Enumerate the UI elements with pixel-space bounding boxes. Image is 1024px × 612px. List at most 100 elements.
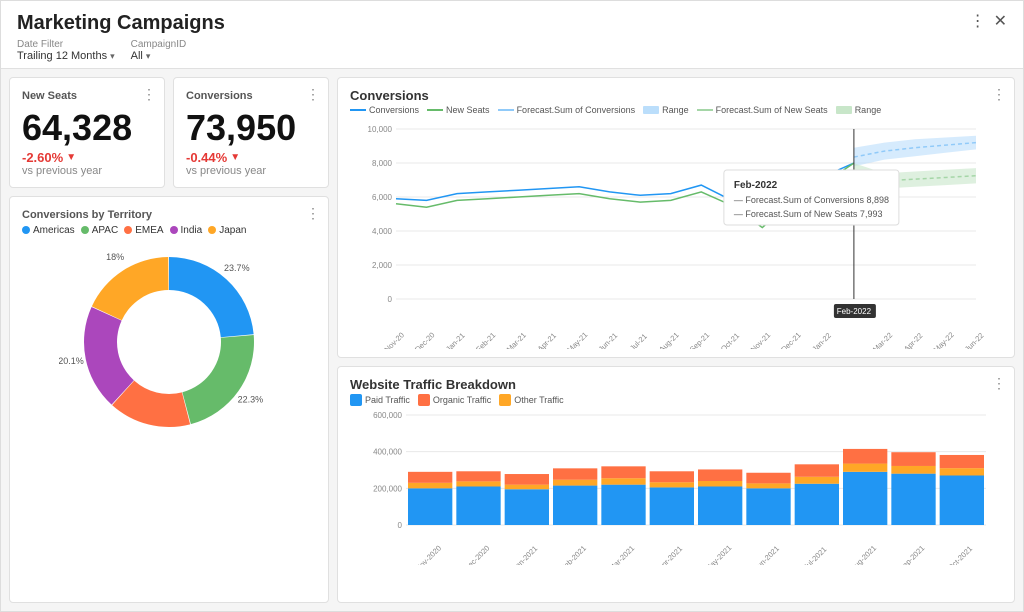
territory-legend-item: Americas — [22, 225, 75, 236]
date-filter-chevron: ▾ — [110, 51, 115, 62]
date-filter-label: Date Filter — [17, 39, 115, 50]
svg-text:23.7%: 23.7% — [224, 263, 250, 273]
svg-text:Sep-2021: Sep-2021 — [897, 543, 926, 564]
svg-text:Mar-2021: Mar-2021 — [607, 543, 636, 564]
svg-text:May-22: May-22 — [932, 330, 956, 349]
campaign-filter-group: CampaignID All ▾ — [131, 39, 187, 62]
conversions-value: 73,950 — [186, 108, 316, 148]
svg-text:Jul-2021: Jul-2021 — [802, 544, 829, 564]
new-seats-card: New Seats ⋮ 64,328 -2.60% ▼ vs previous … — [9, 77, 165, 188]
traffic-legend-item: Other Traffic — [499, 394, 563, 406]
conversions-title: Conversions — [186, 90, 253, 102]
campaign-filter-chevron: ▾ — [146, 51, 151, 62]
line-legend-item: Forecast.Sum of New Seats — [697, 105, 828, 115]
svg-text:0: 0 — [388, 295, 393, 304]
line-chart-title: Conversions — [350, 88, 429, 103]
svg-text:— Forecast.Sum of New Seats 7: — Forecast.Sum of New Seats 7,993 — [734, 209, 883, 219]
svg-text:Nov-2020: Nov-2020 — [414, 543, 443, 564]
header-left: Marketing Campaigns Date Filter Trailing… — [17, 11, 225, 62]
svg-text:Nov-20: Nov-20 — [382, 330, 405, 349]
svg-text:Dec-2020: Dec-2020 — [462, 543, 491, 564]
svg-text:Apr-22: Apr-22 — [902, 331, 924, 349]
svg-text:4,000: 4,000 — [372, 227, 393, 236]
territory-legend-item: India — [170, 225, 203, 236]
svg-text:Oct-2021: Oct-2021 — [946, 544, 974, 565]
page-title: Marketing Campaigns — [17, 11, 225, 35]
new-seats-title: New Seats — [22, 90, 77, 102]
svg-text:Apr-2021: Apr-2021 — [656, 544, 684, 565]
new-seats-vs: vs previous year — [22, 165, 152, 177]
new-seats-menu[interactable]: ⋮ — [142, 86, 156, 103]
header: Marketing Campaigns Date Filter Trailing… — [1, 1, 1023, 69]
svg-text:600,000: 600,000 — [373, 411, 402, 420]
bar-chart-area: 0200,000400,000600,000Nov-2020Dec-2020Ja… — [350, 410, 1002, 568]
territory-menu[interactable]: ⋮ — [306, 205, 320, 222]
svg-text:200,000: 200,000 — [373, 484, 402, 493]
svg-text:10,000: 10,000 — [368, 125, 393, 134]
svg-text:Aug-21: Aug-21 — [657, 330, 680, 349]
date-filter-group: Date Filter Trailing 12 Months ▾ — [17, 39, 115, 62]
traffic-menu[interactable]: ⋮ — [992, 375, 1006, 392]
svg-text:Feb-2022: Feb-2022 — [734, 180, 778, 191]
conversions-menu[interactable]: ⋮ — [306, 86, 320, 103]
close-icon[interactable]: ✕ — [994, 11, 1007, 31]
svg-text:Jan-21: Jan-21 — [444, 331, 467, 349]
territory-title: Conversions by Territory — [22, 209, 152, 221]
conversions-card: Conversions ⋮ 73,950 -0.44% ▼ vs previou… — [173, 77, 329, 188]
traffic-legend-item: Paid Traffic — [350, 394, 410, 406]
svg-text:18%: 18% — [106, 252, 124, 262]
app-container: Marketing Campaigns Date Filter Trailing… — [0, 0, 1024, 612]
svg-text:Sep-21: Sep-21 — [688, 330, 711, 349]
svg-text:6,000: 6,000 — [372, 193, 393, 202]
campaign-filter-value[interactable]: All ▾ — [131, 50, 187, 62]
date-filter-value[interactable]: Trailing 12 Months ▾ — [17, 50, 115, 62]
svg-text:Feb-2022: Feb-2022 — [837, 307, 872, 316]
svg-text:Oct-21: Oct-21 — [719, 331, 741, 349]
new-seats-change: -2.60% ▼ — [22, 150, 152, 165]
conversions-arrow: ▼ — [230, 152, 240, 163]
line-legend-item: New Seats — [427, 105, 490, 115]
territory-card: Conversions by Territory ⋮ Americas APAC E… — [9, 196, 329, 603]
svg-text:Jan-2021: Jan-2021 — [511, 544, 539, 565]
line-legend-item: Conversions — [350, 105, 419, 115]
right-column: Conversions ⋮ Conversions New Seats Foreca… — [337, 77, 1015, 603]
left-column: New Seats ⋮ 64,328 -2.60% ▼ vs previous … — [9, 77, 329, 603]
territory-legend-item: APAC — [81, 225, 119, 236]
svg-text:Jun-22: Jun-22 — [963, 331, 986, 349]
territory-legend-item: EMEA — [124, 225, 163, 236]
line-chart-legend: ConversionsNew SeatsForecast.Sum of Conv… — [350, 105, 1002, 115]
svg-text:Dec-20: Dec-20 — [413, 330, 436, 349]
svg-text:Jun-2021: Jun-2021 — [752, 544, 780, 565]
svg-text:May-2021: May-2021 — [703, 543, 733, 565]
traffic-legend: Paid TrafficOrganic TrafficOther Traffic — [350, 394, 1002, 406]
svg-text:400,000: 400,000 — [373, 447, 402, 456]
line-legend-item: Range — [836, 105, 882, 115]
svg-text:Feb-2021: Feb-2021 — [559, 543, 588, 564]
svg-text:Jun-21: Jun-21 — [597, 331, 620, 349]
svg-text:Nov-21: Nov-21 — [749, 330, 772, 349]
conversions-change: -0.44% ▼ — [186, 150, 316, 165]
territory-legend-item: Japan — [208, 225, 246, 236]
header-actions: ⋮ ✕ — [970, 11, 1007, 31]
new-seats-arrow: ▼ — [66, 152, 76, 163]
territory-legend: Americas APAC EMEA India Japan — [22, 225, 316, 236]
traffic-card: Website Traffic Breakdown ⋮ Paid Traffic… — [337, 366, 1015, 603]
line-chart-menu[interactable]: ⋮ — [992, 86, 1006, 103]
svg-text:Dec-21: Dec-21 — [779, 330, 802, 349]
svg-text:Jan-22: Jan-22 — [810, 331, 833, 349]
svg-text:Mar-22: Mar-22 — [871, 331, 894, 349]
svg-text:Jul-21: Jul-21 — [628, 332, 649, 349]
metrics-row: New Seats ⋮ 64,328 -2.60% ▼ vs previous … — [9, 77, 329, 188]
line-legend-item: Range — [643, 105, 689, 115]
more-icon[interactable]: ⋮ — [970, 11, 986, 31]
line-chart-area: 02,0004,0006,0008,00010,000Feb-2022— For… — [350, 119, 1002, 352]
conversions-vs: vs previous year — [186, 165, 316, 177]
header-filters: Date Filter Trailing 12 Months ▾ Campaig… — [17, 39, 225, 62]
donut-container: 23.7%22.3%15.8%20.1%18% — [22, 240, 316, 430]
traffic-title: Website Traffic Breakdown — [350, 377, 516, 392]
svg-text:Aug-2021: Aug-2021 — [849, 543, 878, 564]
svg-text:8,000: 8,000 — [372, 159, 393, 168]
svg-text:— Forecast.Sum of Conversions: — Forecast.Sum of Conversions 8,898 — [734, 195, 889, 205]
new-seats-value: 64,328 — [22, 108, 152, 148]
svg-text:20.1%: 20.1% — [59, 356, 84, 366]
